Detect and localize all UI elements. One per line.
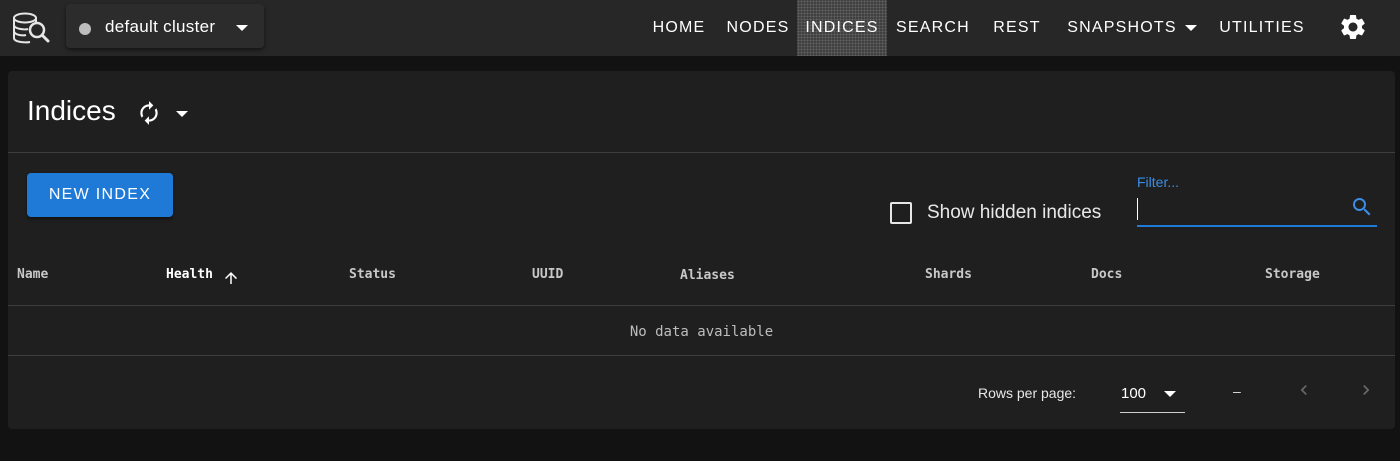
show-hidden-label[interactable]: Show hidden indices bbox=[927, 202, 1101, 224]
column-header-storage[interactable]: Storage bbox=[1265, 267, 1320, 282]
table-footer-divider bbox=[8, 355, 1395, 356]
chevron-down-icon bbox=[1184, 25, 1197, 31]
text-cursor bbox=[1137, 198, 1138, 220]
column-header-status[interactable]: Status bbox=[349, 267, 396, 282]
rows-per-page-select[interactable]: 100 bbox=[1120, 375, 1185, 413]
filter-label: Filter... bbox=[1137, 174, 1180, 190]
indices-card: Indices NEW INDEX Show hidden indices Fi… bbox=[8, 71, 1395, 429]
chevron-down-icon bbox=[1164, 391, 1176, 397]
table-header-divider bbox=[8, 305, 1395, 306]
cluster-name: default cluster bbox=[105, 17, 216, 36]
arrow-up-icon[interactable] bbox=[222, 269, 240, 287]
column-header-shards[interactable]: Shards bbox=[925, 267, 972, 282]
column-header-health[interactable]: Health bbox=[166, 267, 213, 282]
nav-utilities[interactable]: UTILITIES bbox=[1212, 0, 1312, 56]
nav-indices[interactable]: INDICES bbox=[797, 0, 887, 56]
elasticvue-logo-icon[interactable] bbox=[12, 9, 50, 47]
cluster-selector[interactable]: default cluster bbox=[66, 4, 264, 48]
gear-icon[interactable] bbox=[1338, 12, 1368, 42]
column-header-uuid[interactable]: UUID bbox=[532, 267, 563, 282]
cluster-status-dot bbox=[79, 23, 91, 35]
nav-search[interactable]: SEARCH bbox=[888, 0, 978, 56]
chevron-down-icon bbox=[236, 25, 248, 31]
header-divider bbox=[8, 152, 1395, 153]
rows-per-page-value: 100 bbox=[1121, 385, 1147, 402]
chevron-left-icon[interactable] bbox=[1294, 380, 1314, 400]
nav-rest[interactable]: REST bbox=[984, 0, 1050, 56]
chevron-down-icon[interactable] bbox=[176, 111, 188, 117]
nav-nodes[interactable]: NODES bbox=[720, 0, 796, 56]
filter-input[interactable] bbox=[1137, 195, 1377, 227]
column-header-aliases[interactable]: Aliases bbox=[680, 268, 735, 283]
chevron-right-icon[interactable] bbox=[1356, 380, 1376, 400]
nav-snapshots-label: SNAPSHOTS bbox=[1067, 19, 1177, 36]
pagination-range: – bbox=[1233, 383, 1241, 399]
rows-per-page-label: Rows per page: bbox=[978, 385, 1077, 401]
column-header-docs[interactable]: Docs bbox=[1091, 267, 1122, 282]
nav-snapshots[interactable]: SNAPSHOTS bbox=[1056, 0, 1208, 56]
top-app-bar: default cluster HOME NODES INDICES SEARC… bbox=[0, 0, 1400, 56]
refresh-icon[interactable] bbox=[136, 100, 162, 126]
show-hidden-checkbox[interactable] bbox=[890, 202, 912, 224]
column-header-name[interactable]: Name bbox=[17, 267, 48, 282]
new-index-button[interactable]: NEW INDEX bbox=[27, 173, 173, 217]
page-title: Indices bbox=[27, 95, 116, 126]
nav-home[interactable]: HOME bbox=[643, 0, 715, 56]
empty-table-message: No data available bbox=[629, 324, 774, 340]
search-icon[interactable] bbox=[1350, 195, 1374, 219]
